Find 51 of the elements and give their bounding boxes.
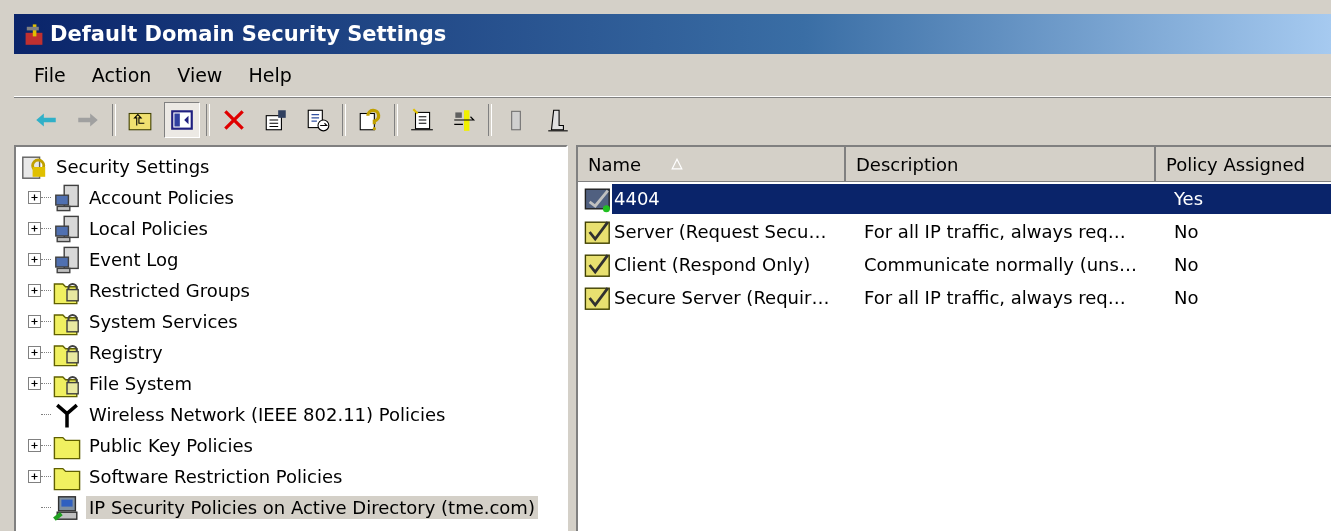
expand-icon[interactable] bbox=[28, 470, 41, 483]
help-icon bbox=[357, 106, 383, 133]
tree-item[interactable]: Wireless Network (IEEE 802.11) Policies bbox=[86, 403, 449, 426]
table-cell: For all IP traffic, always req… bbox=[864, 221, 1126, 242]
expand-icon[interactable] bbox=[28, 439, 41, 452]
table-cell: Communicate normally (uns… bbox=[864, 254, 1137, 275]
new-document-icon bbox=[409, 106, 435, 133]
tree-item[interactable]: Restricted Groups bbox=[86, 279, 253, 302]
tree-item[interactable]: Registry bbox=[86, 341, 166, 364]
table-cell-text: Secure Server (Requir… bbox=[613, 287, 831, 308]
column-header[interactable]: Policy Assigned bbox=[1156, 147, 1331, 181]
expand-icon[interactable] bbox=[28, 315, 41, 328]
computer-icon bbox=[53, 493, 81, 522]
table-row[interactable]: 4404 Yes bbox=[612, 183, 1331, 214]
table-cell-text: 4404 bbox=[613, 188, 661, 209]
table-cell-text: Server (Request Secu… bbox=[613, 221, 828, 242]
table-row[interactable]: Client (Respond Only) Communicate normally (uns… No bbox=[612, 249, 1331, 280]
menu-item[interactable]: Action bbox=[91, 64, 152, 86]
column-header[interactable]: Description bbox=[846, 147, 1156, 181]
computer-icon bbox=[53, 245, 81, 274]
table-cell-text: Yes bbox=[1173, 188, 1205, 209]
tree-item[interactable]: File System bbox=[86, 372, 195, 395]
tree-item[interactable]: IP Security Policies on Active Directory (tme.com) bbox=[86, 496, 538, 519]
expand-icon[interactable] bbox=[28, 377, 41, 390]
tree-item[interactable]: Event Log bbox=[86, 248, 182, 271]
table-cell: For all IP traffic, always req… bbox=[864, 287, 1126, 308]
tree-item[interactable]: Local Policies bbox=[86, 217, 211, 240]
window-title: Default Domain Security Settings bbox=[50, 22, 447, 46]
expand-icon[interactable] bbox=[28, 222, 41, 235]
tree-item[interactable]: System Services bbox=[86, 310, 241, 333]
expand-icon[interactable] bbox=[28, 191, 41, 204]
table-cell-text: No bbox=[1173, 254, 1200, 275]
table-row[interactable]: Secure Server (Requir… For all IP traffic, always req… No bbox=[612, 282, 1331, 313]
tree-item[interactable]: Security Settings bbox=[53, 155, 213, 178]
expand-icon[interactable] bbox=[28, 346, 41, 359]
menu-item[interactable]: View bbox=[177, 64, 223, 86]
tree-item[interactable]: Public Key Policies bbox=[86, 434, 256, 457]
menu-item[interactable]: File bbox=[34, 64, 66, 86]
table-cell-text: Client (Respond Only) bbox=[613, 254, 812, 275]
table-row[interactable]: Server (Request Secu… For all IP traffic, always req… No bbox=[612, 216, 1331, 247]
table-cell-text: No bbox=[1173, 287, 1200, 308]
expand-icon[interactable] bbox=[28, 253, 41, 266]
tree-item[interactable]: Account Policies bbox=[86, 186, 237, 209]
computer-icon bbox=[53, 214, 81, 243]
computer-icon bbox=[53, 183, 81, 212]
tree-item[interactable]: Software Restriction Policies bbox=[86, 465, 346, 488]
table-cell-text: No bbox=[1173, 221, 1200, 242]
expand-icon[interactable] bbox=[28, 284, 41, 297]
column-header[interactable]: Name bbox=[578, 147, 846, 181]
toolbar-button[interactable] bbox=[164, 101, 200, 138]
menu-item[interactable]: Help bbox=[248, 64, 292, 86]
